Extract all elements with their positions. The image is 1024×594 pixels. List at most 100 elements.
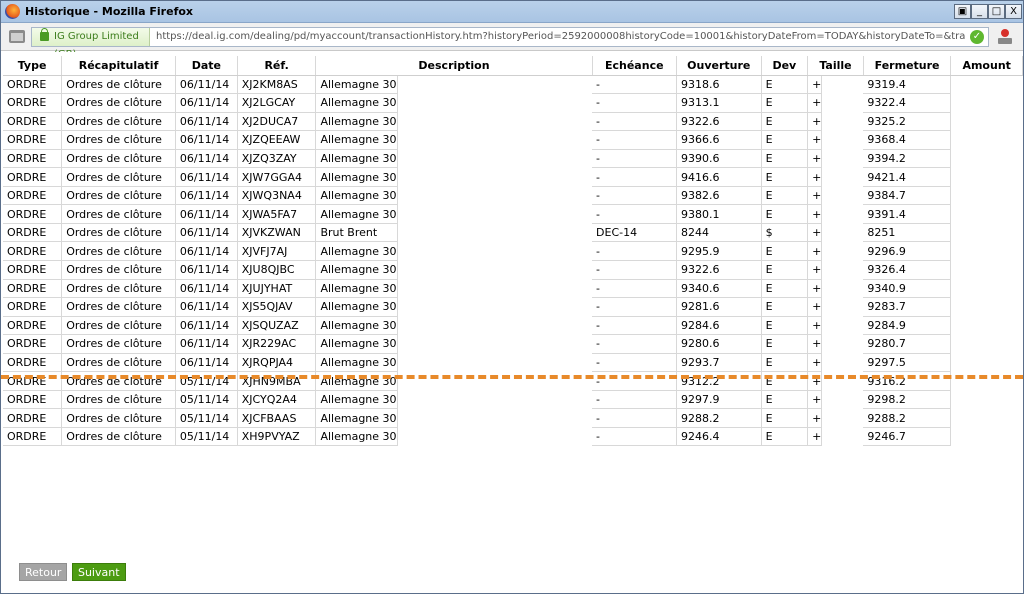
cell-date: 06/11/14: [175, 167, 238, 187]
cell-taille: +: [807, 186, 823, 206]
cell-fermeture: 9298.2: [863, 390, 952, 410]
cell-ouverture: 9322.6: [676, 260, 762, 280]
table-row[interactable]: ORDRE Ordres de clôture 05/11/14 XH9PVYAZ Al…: [3, 427, 1023, 447]
table-row[interactable]: ORDRE Ordres de clôture 06/11/14 XJ2KM8AS Al…: [3, 75, 1023, 95]
table-row[interactable]: ORDRE Ordres de clôture 06/11/14 XJ2LGCAY Al…: [3, 93, 1023, 113]
taille-spacer: [822, 131, 864, 150]
cell-recapitulatif: Ordres de clôture: [61, 316, 176, 336]
cell-echeance: -: [592, 316, 678, 336]
cell-ref: XJ2DUCA7: [237, 112, 317, 132]
cell-echeance: -: [592, 130, 678, 150]
cell-date: 05/11/14: [175, 427, 238, 447]
table-row[interactable]: ORDRE Ordres de clôture 06/11/14 XJR229AC Al…: [3, 334, 1023, 354]
cell-fermeture: 9340.9: [863, 279, 952, 299]
cell-type: ORDRE: [3, 75, 63, 95]
table-row[interactable]: ORDRE Ordres de clôture 06/11/14 XJZQ3ZAY Al…: [3, 149, 1023, 169]
cell-type: ORDRE: [3, 353, 63, 373]
go-check-icon[interactable]: ✓: [970, 30, 984, 44]
cell-taille: +: [807, 427, 823, 447]
cell-date: 06/11/14: [175, 204, 238, 224]
cell-ouverture: 9318.6: [676, 75, 762, 95]
cell-taille: +: [807, 75, 823, 95]
table-row[interactable]: ORDRE Ordres de clôture 06/11/14 XJUJYHAT Al…: [3, 279, 1023, 299]
cell-description: Allemagne 30: [315, 241, 398, 261]
cell-dev: $: [761, 223, 809, 243]
cell-recapitulatif: Ordres de clôture: [61, 130, 176, 150]
cell-date: 06/11/14: [175, 112, 238, 132]
cell-echeance: -: [592, 334, 678, 354]
table-header-row: Type Récapitulatif Date Réf. Description…: [3, 56, 1023, 76]
maximize-button[interactable]: □: [988, 4, 1005, 19]
table-row[interactable]: ORDRE Ordres de clôture 06/11/14 XJVFJ7AJ Al…: [3, 241, 1023, 261]
minimize-button[interactable]: _: [971, 4, 988, 19]
table-row[interactable]: ORDRE Ordres de clôture 06/11/14 XJS5QJAV Al…: [3, 297, 1023, 317]
taille-spacer: [822, 427, 864, 446]
cell-fermeture: 9326.4: [863, 260, 952, 280]
cell-type: ORDRE: [3, 167, 63, 187]
cell-type: ORDRE: [3, 297, 63, 317]
cell-type: ORDRE: [3, 130, 63, 150]
url-text[interactable]: https://deal.ig.com/dealing/pd/myaccount…: [156, 28, 966, 46]
table-row[interactable]: ORDRE Ordres de clôture 06/11/14 XJZQEEAW Al…: [3, 130, 1023, 150]
cell-fermeture: 9246.7: [863, 427, 952, 447]
previous-button[interactable]: Retour: [19, 563, 68, 581]
table-row[interactable]: ORDRE Ordres de clôture 05/11/14 XJCFBAAS Al…: [3, 408, 1023, 428]
taille-spacer: [822, 186, 864, 205]
cell-ouverture: 9293.7: [676, 353, 762, 373]
description-spacer: [397, 353, 592, 372]
cell-ouverture: 9313.1: [676, 93, 762, 113]
cell-ouverture: 9280.6: [676, 334, 762, 354]
cell-ref: XJVFJ7AJ: [237, 241, 317, 261]
table-row[interactable]: ORDRE Ordres de clôture 06/11/14 XJWQ3NA4 Al…: [3, 186, 1023, 206]
close-button[interactable]: X: [1005, 4, 1022, 19]
cell-dev: E: [761, 334, 809, 354]
description-spacer: [397, 205, 592, 224]
taille-spacer: [822, 298, 864, 317]
header-fermeture: Fermeture: [863, 56, 952, 76]
taille-spacer: [822, 316, 864, 335]
cell-description: Allemagne 30: [315, 390, 398, 410]
next-button[interactable]: Suivant: [71, 563, 126, 581]
cell-dev: E: [761, 167, 809, 187]
table-row[interactable]: ORDRE Ordres de clôture 06/11/14 XJVKZWAN Br…: [3, 223, 1023, 243]
cell-fermeture: 9297.5: [863, 353, 952, 373]
url-bar[interactable]: IG Group Limited (GB) https://deal.ig.co…: [31, 27, 989, 60]
page-content: Type Récapitulatif Date Réf. Description…: [1, 52, 1023, 593]
cell-recapitulatif: Ordres de clôture: [61, 260, 176, 280]
cell-recapitulatif: Ordres de clôture: [61, 427, 176, 447]
table-row[interactable]: ORDRE Ordres de clôture 06/11/14 XJW7GGA4 Al…: [3, 167, 1023, 187]
cell-recapitulatif: Ordres de clôture: [61, 204, 176, 224]
cell-description: Allemagne 30: [315, 186, 398, 206]
cell-type: ORDRE: [3, 241, 63, 261]
table-row[interactable]: ORDRE Ordres de clôture 06/11/14 XJSQUZAZ Al…: [3, 316, 1023, 336]
restore-icon[interactable]: ▣: [954, 4, 971, 19]
cell-date: 06/11/14: [175, 334, 238, 354]
cell-dev: E: [761, 186, 809, 206]
table-row[interactable]: ORDRE Ordres de clôture 06/11/14 XJ2DUCA7 Al…: [3, 112, 1023, 132]
header-description: Description: [315, 56, 593, 76]
cell-description: Allemagne 30: [315, 334, 398, 354]
cell-fermeture: 9394.2: [863, 149, 952, 169]
cell-recapitulatif: Ordres de clôture: [61, 334, 176, 354]
table-row[interactable]: ORDRE Ordres de clôture 06/11/14 XJWA5FA7 Al…: [3, 204, 1023, 224]
cell-type: ORDRE: [3, 112, 63, 132]
cell-taille: +: [807, 334, 823, 354]
cell-fermeture: 9288.2: [863, 408, 952, 428]
cell-taille: +: [807, 353, 823, 373]
taille-spacer: [822, 205, 864, 224]
cell-description: Allemagne 30: [315, 353, 398, 373]
addon-user-icon[interactable]: [997, 29, 1013, 45]
cell-ref: XJW7GGA4: [237, 167, 317, 187]
page-icon[interactable]: [9, 30, 25, 43]
cell-fermeture: 9325.2: [863, 112, 952, 132]
cell-amount: [951, 223, 1023, 242]
cell-type: ORDRE: [3, 223, 63, 243]
cell-ref: XJVKZWAN: [237, 223, 317, 243]
cell-amount: [951, 390, 1023, 409]
table-row[interactable]: ORDRE Ordres de clôture 06/11/14 XJRQPJA4 Al…: [3, 353, 1023, 373]
table-row[interactable]: ORDRE Ordres de clôture 06/11/14 XJU8QJBC Al…: [3, 260, 1023, 280]
cell-dev: E: [761, 390, 809, 410]
cell-type: ORDRE: [3, 204, 63, 224]
site-identity[interactable]: IG Group Limited (GB): [32, 28, 150, 60]
table-row[interactable]: ORDRE Ordres de clôture 05/11/14 XJCYQ2A4 Al…: [3, 390, 1023, 410]
